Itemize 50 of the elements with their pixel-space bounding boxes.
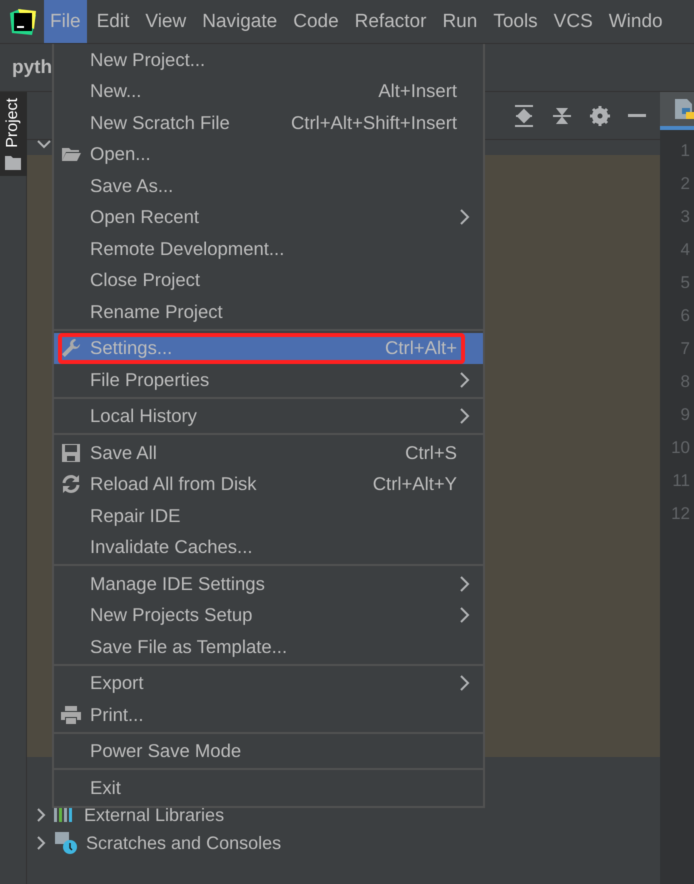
menu-title[interactable]: VCS [548, 0, 599, 43]
menu-title[interactable]: Tools [487, 0, 544, 43]
menu-title[interactable]: Windo [602, 0, 669, 43]
menu-item[interactable]: Local History [54, 400, 483, 432]
folder-icon [5, 156, 21, 170]
menu-item[interactable]: Remote Development... [54, 233, 483, 264]
menu-item[interactable]: Save As... [54, 170, 483, 202]
expand-all-icon[interactable] [514, 104, 534, 126]
menu-title[interactable]: Code [287, 0, 345, 43]
python-file-icon [674, 98, 694, 120]
menu-item[interactable]: Open Recent [54, 202, 483, 233]
chevron-icon[interactable] [37, 836, 46, 850]
menu-title[interactable]: Edit [90, 0, 136, 43]
menu-title[interactable]: Navigate [196, 0, 284, 43]
menu-title[interactable]: Run [436, 0, 484, 43]
project-name[interactable]: pyth [12, 56, 52, 78]
scratches-icon [54, 831, 78, 855]
menu-item[interactable]: New Projects Setup [54, 600, 483, 631]
menu-item[interactable]: Open... [54, 138, 483, 170]
menu-item[interactable]: Save All Ctrl+S [54, 437, 483, 468]
menu-item[interactable]: Power Save Mode [54, 736, 483, 767]
minimize-icon[interactable] [628, 114, 646, 118]
editor-tab[interactable] [660, 92, 694, 130]
menu-item[interactable]: Close Project [54, 264, 483, 296]
menu-item[interactable]: Save File as Template... [54, 631, 483, 662]
settings-icon[interactable] [590, 106, 610, 126]
wrench-icon [60, 337, 82, 360]
menu-item[interactable]: New Project... [54, 44, 483, 76]
chevron-icon[interactable] [37, 808, 46, 822]
menu-item[interactable]: Manage IDE Settings [54, 568, 483, 600]
save-icon [60, 442, 82, 464]
menu-item[interactable]: Reload All from Disk Ctrl+Alt+Y [54, 468, 483, 500]
menu-item[interactable]: Rename Project [54, 296, 483, 328]
project-tool-tab[interactable]: Project [0, 92, 26, 176]
menu-item[interactable]: Exit [54, 772, 483, 804]
chevron-icon[interactable] [37, 140, 51, 149]
menu-item[interactable]: File Properties [54, 364, 483, 396]
tree-item[interactable]: Scratches and Consoles [86, 832, 282, 854]
app-logo [10, 8, 36, 34]
menu-title[interactable]: View [139, 0, 192, 43]
menu-item[interactable]: Invalidate Caches... [54, 532, 483, 563]
menu-item[interactable]: New... Alt+Insert [54, 76, 483, 107]
tree-item[interactable]: External Libraries [84, 804, 224, 826]
menu-item[interactable]: Export [54, 668, 483, 699]
menu-item[interactable]: Print... [54, 699, 483, 730]
menu-item[interactable]: Repair IDE [54, 500, 483, 532]
printer-icon [60, 704, 82, 726]
reload-icon [60, 473, 82, 496]
menu-item[interactable]: New Scratch File Ctrl+Alt+Shift+Insert [54, 107, 483, 138]
menu-title[interactable]: Refactor [348, 0, 432, 43]
